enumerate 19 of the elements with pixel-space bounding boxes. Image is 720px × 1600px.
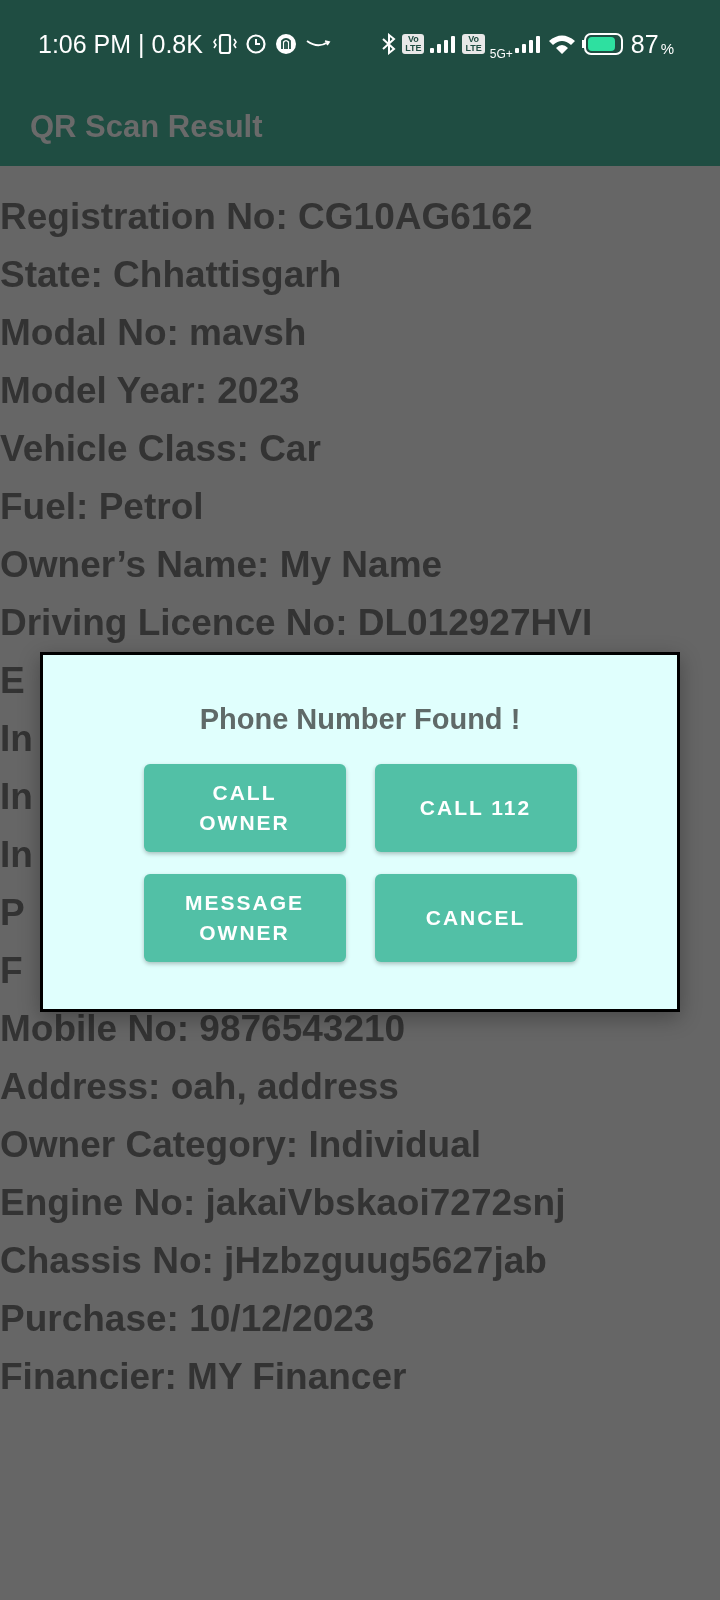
battery-percent: 87 <box>630 29 659 59</box>
app-notification-icon <box>274 33 297 55</box>
status-time: 1:06 PM | 0.8K <box>38 29 203 59</box>
percent-sign: % <box>660 39 674 57</box>
dialog-button[interactable]: MESSAGE OWNER <box>143 874 346 962</box>
network-type: 5G+ <box>489 47 513 61</box>
vibrate-icon <box>212 33 237 55</box>
dialog-button[interactable]: CALL 112 <box>374 764 577 852</box>
dialog-title: Phone Number Found ! <box>199 703 521 736</box>
volte-badge: Vo LTE <box>462 34 485 54</box>
bluetooth-icon <box>381 33 398 55</box>
dialog-button[interactable]: CANCEL <box>374 874 577 962</box>
volte-badge: Vo LTE <box>402 34 425 54</box>
app-bar-title: QR Scan Result <box>30 109 263 145</box>
battery-icon <box>581 32 626 56</box>
alarm-clock-icon <box>244 33 267 55</box>
dialog-button[interactable]: CALL OWNER <box>143 764 346 852</box>
signal-icon <box>429 34 458 54</box>
signal-icon <box>513 34 542 54</box>
